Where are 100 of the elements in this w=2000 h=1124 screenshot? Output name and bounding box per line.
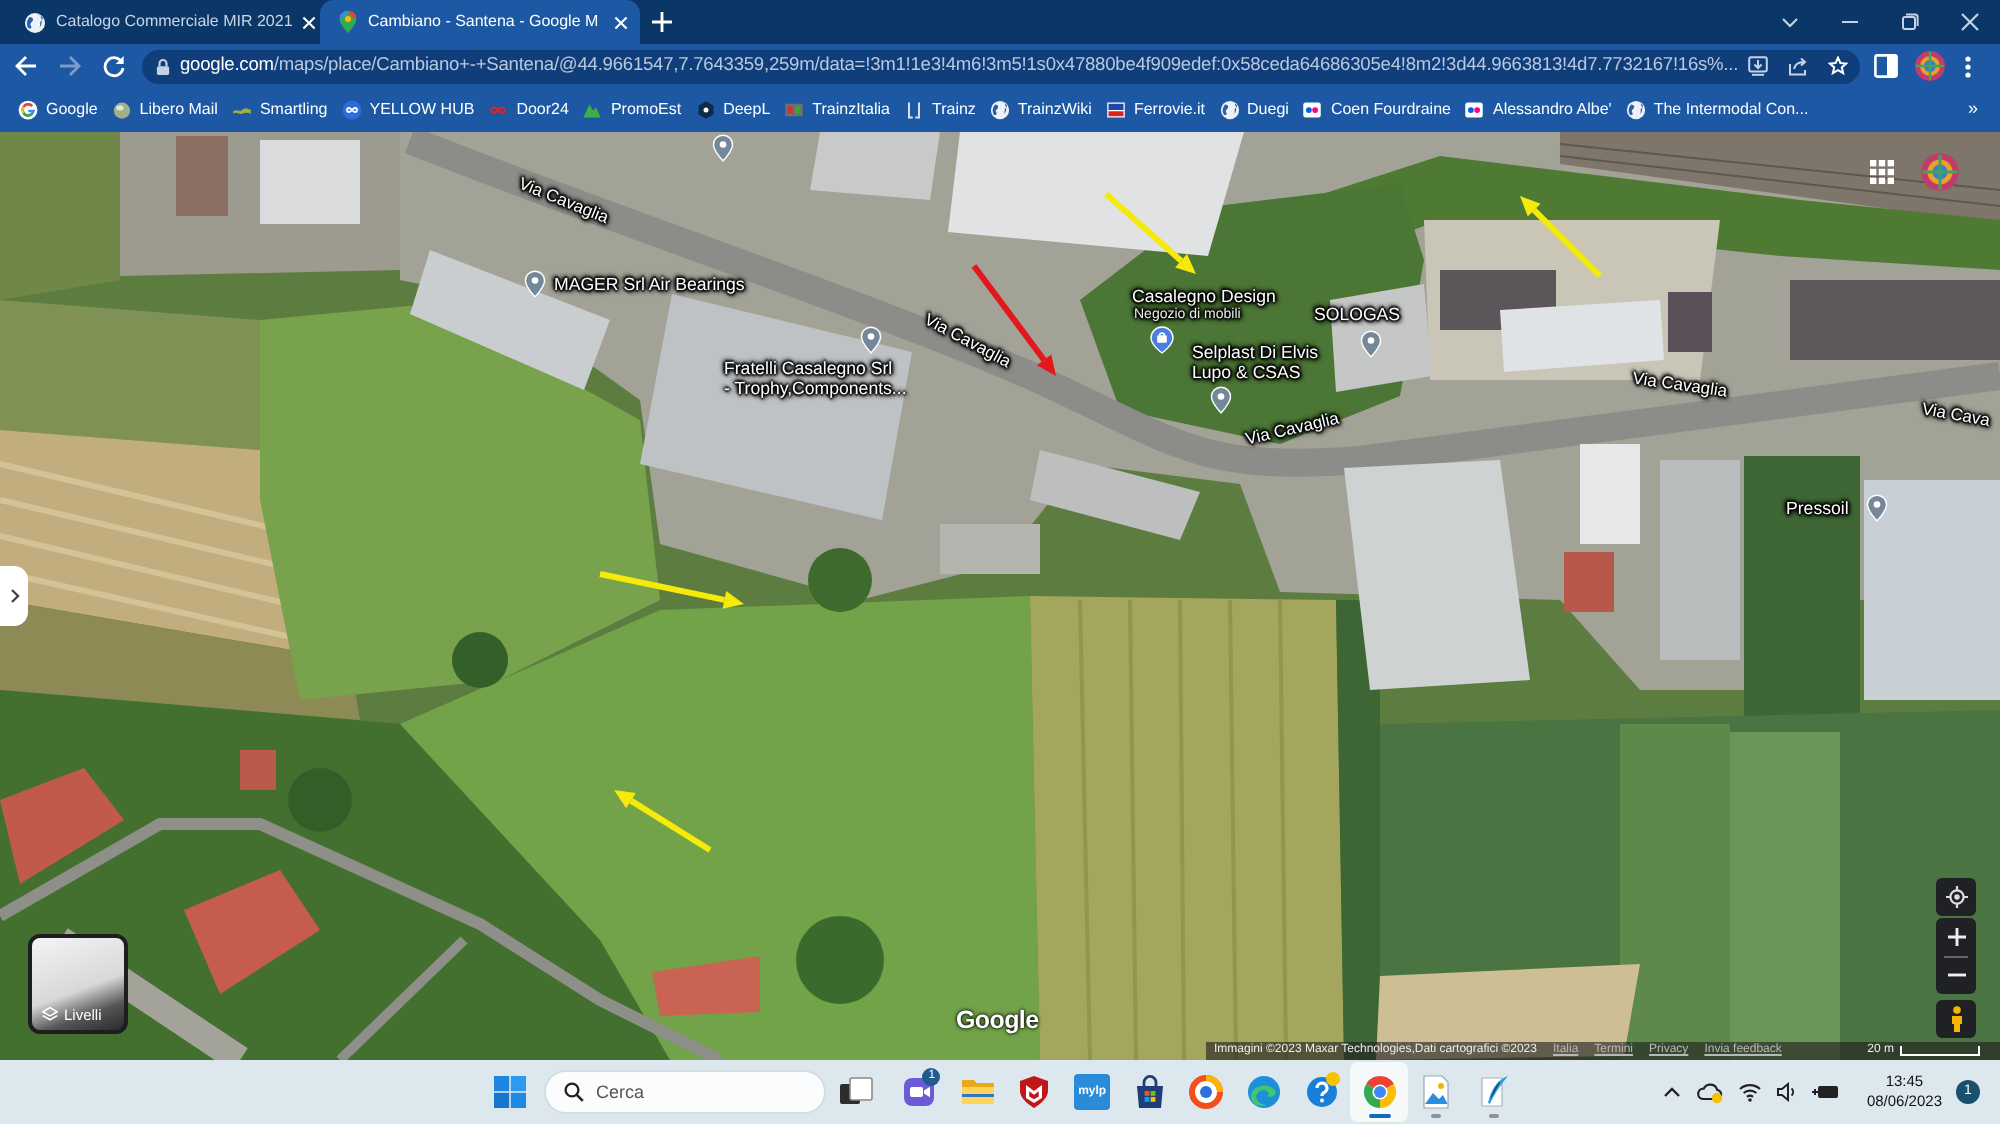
bookmark-link[interactable]: Coen Fourdraine: [1300, 98, 1453, 122]
map-pin-icon[interactable]: [1360, 330, 1382, 358]
chevron-up-icon[interactable]: [1662, 1082, 1683, 1102]
video-chat-icon: [902, 1074, 939, 1110]
shopping-bag-icon: [1131, 1074, 1168, 1110]
hexagon-icon: [695, 100, 716, 120]
image-tile-icon: [784, 100, 805, 120]
search-icon: [564, 1082, 584, 1102]
image-file-icon: [1418, 1074, 1455, 1110]
plus-icon: [1947, 927, 1965, 946]
chevron-down-icon[interactable]: [1780, 12, 1800, 32]
g-logo-icon: [18, 100, 38, 120]
bookmark-link[interactable]: DeepL: [693, 98, 773, 122]
bookmark-link[interactable]: Trainz: [901, 98, 978, 122]
ball-icon: [111, 100, 132, 120]
map-pin-icon[interactable]: [1866, 494, 1888, 522]
street-label: Via Cavaglia: [1243, 407, 1341, 449]
two-dots-icon: [1464, 100, 1485, 120]
wifi-icon[interactable]: [1738, 1082, 1763, 1102]
place-label[interactable]: Pressoil: [1786, 498, 1849, 518]
side-panel-icon[interactable]: [1874, 54, 1898, 78]
tab-title: Catalogo Commerciale MIR 2021: [56, 10, 293, 34]
bookmark-link[interactable]: TrainzItalia: [782, 98, 892, 122]
two-dots-icon: [1302, 100, 1323, 120]
infinity-disc-icon: [341, 100, 362, 120]
back-arrow-icon[interactable]: [14, 54, 38, 78]
map-pin-icon[interactable]: [712, 134, 734, 162]
reload-icon[interactable]: [102, 54, 126, 78]
bookmark-link[interactable]: Ferrovie.it: [1103, 98, 1208, 122]
building-roof: [240, 750, 276, 790]
globe-icon: [1625, 100, 1646, 120]
restore-icon[interactable]: [1900, 12, 1920, 32]
chevron-right-icon: [9, 588, 19, 604]
speaker-icon[interactable]: [1776, 1082, 1799, 1102]
bookmark-link[interactable]: TrainzWiki: [987, 98, 1094, 122]
map-pin-icon[interactable]: [1210, 386, 1232, 414]
person-icon: [1949, 1006, 1963, 1032]
bookmark-link[interactable]: Libero Mail: [109, 98, 220, 122]
address-bar[interactable]: google.com/maps/place/Cambiano+-+Santena/@44.9661547,7.7643359,259m/data=!3m1!1e3!4m6!3m5!1s0x47880be4f909edef:0x58ceda64686305e4!8m2!3d44.9663813!4d7.7732167!16s%...: [142, 49, 1860, 83]
four-squares-icon: [492, 1074, 528, 1110]
bookmark-link[interactable]: YELLOW HUB: [339, 98, 477, 122]
street-label: Via Cava: [1920, 398, 1992, 430]
close-icon[interactable]: [1960, 12, 1980, 32]
url-text: google.com/maps/place/Cambiano+-+Santena/@44.9661547,7.7643359,259m/data=!3m1!1e3!4m6!3m5!1s0x47880be4f909edef:0x58ceda64686305e4!8m2!3d44.9663813!4d7.7732167!16s%...: [180, 52, 1739, 79]
building-roof: [176, 136, 228, 216]
menu-icon[interactable]: [1964, 55, 1972, 77]
building-roof: [1564, 552, 1614, 612]
map-pin-icon[interactable]: [860, 326, 882, 354]
my-location-button[interactable]: [1936, 878, 1976, 916]
bookmark-link[interactable]: Smartling: [229, 98, 330, 122]
more-bookmarks-button[interactable]: »: [1967, 96, 1978, 124]
shield-icon: [1016, 1074, 1053, 1110]
share-icon[interactable]: [1788, 56, 1809, 76]
logo-tile-icon: [1105, 100, 1126, 120]
street-label: Via Cavaglia: [1631, 367, 1729, 401]
bracket-icon: [903, 100, 924, 120]
tree: [796, 916, 884, 1004]
bookmark-link[interactable]: Alessandro Albe': [1462, 98, 1614, 122]
bookmark-link[interactable]: PromoEst: [580, 98, 684, 122]
place-label[interactable]: Casalegno Design: [1132, 286, 1276, 306]
building-roof: [1580, 444, 1640, 544]
tab-title: Cambiano - Santena - Google M: [368, 10, 601, 34]
globe-icon: [24, 11, 46, 33]
shopping-bag-pin-icon[interactable]: [1150, 326, 1174, 354]
browser-tab[interactable]: Catalogo Commerciale MIR 2021: [0, 0, 320, 44]
street-view-button[interactable]: [1936, 1000, 1976, 1038]
task-view-icon: [838, 1074, 875, 1110]
layers-icon: [42, 1006, 58, 1022]
scale-bar-icon: [1900, 1046, 1980, 1056]
bookmark-link[interactable]: Duegi: [1217, 98, 1291, 122]
tree: [452, 632, 508, 688]
tree: [288, 768, 352, 832]
location-target-icon: [1945, 886, 1967, 908]
apps-grid-icon[interactable]: [1870, 160, 1894, 184]
expand-panel-button[interactable]: [0, 566, 28, 626]
tree: [808, 548, 872, 612]
search-field[interactable]: Cerca: [544, 1070, 826, 1114]
ring-logo-icon: [1188, 1074, 1225, 1110]
avatar-icon[interactable]: [1914, 50, 1946, 82]
browser-logo-icon: [1361, 1074, 1398, 1110]
building-roof: [0, 768, 124, 884]
plus-icon[interactable]: [652, 12, 672, 32]
browser-tab[interactable]: Cambiano - Santena - Google M: [320, 0, 640, 44]
star-icon[interactable]: [1828, 56, 1849, 76]
triangle-icon: [582, 100, 603, 120]
quill-icon: [1475, 1074, 1512, 1110]
install-icon[interactable]: [1748, 56, 1769, 76]
bookmark-link[interactable]: Door24: [486, 98, 571, 122]
swirl-logo-icon: [1246, 1074, 1283, 1110]
start-button[interactable]: [492, 1074, 528, 1110]
bookmark-link[interactable]: The Intermodal Con...: [1623, 98, 1811, 122]
building-roof: [652, 956, 760, 1016]
battery-icon[interactable]: [1812, 1082, 1841, 1102]
forward-arrow-icon[interactable]: [58, 54, 82, 78]
building-roof: [260, 140, 360, 224]
bookmark-link[interactable]: Google: [16, 98, 100, 122]
cloud-icon[interactable]: [1696, 1080, 1725, 1104]
place-label[interactable]: Selplast Di Elvis Lupo & CSAS: [1192, 342, 1319, 382]
map-pin-icon[interactable]: [524, 270, 546, 298]
globe-icon: [989, 100, 1010, 120]
